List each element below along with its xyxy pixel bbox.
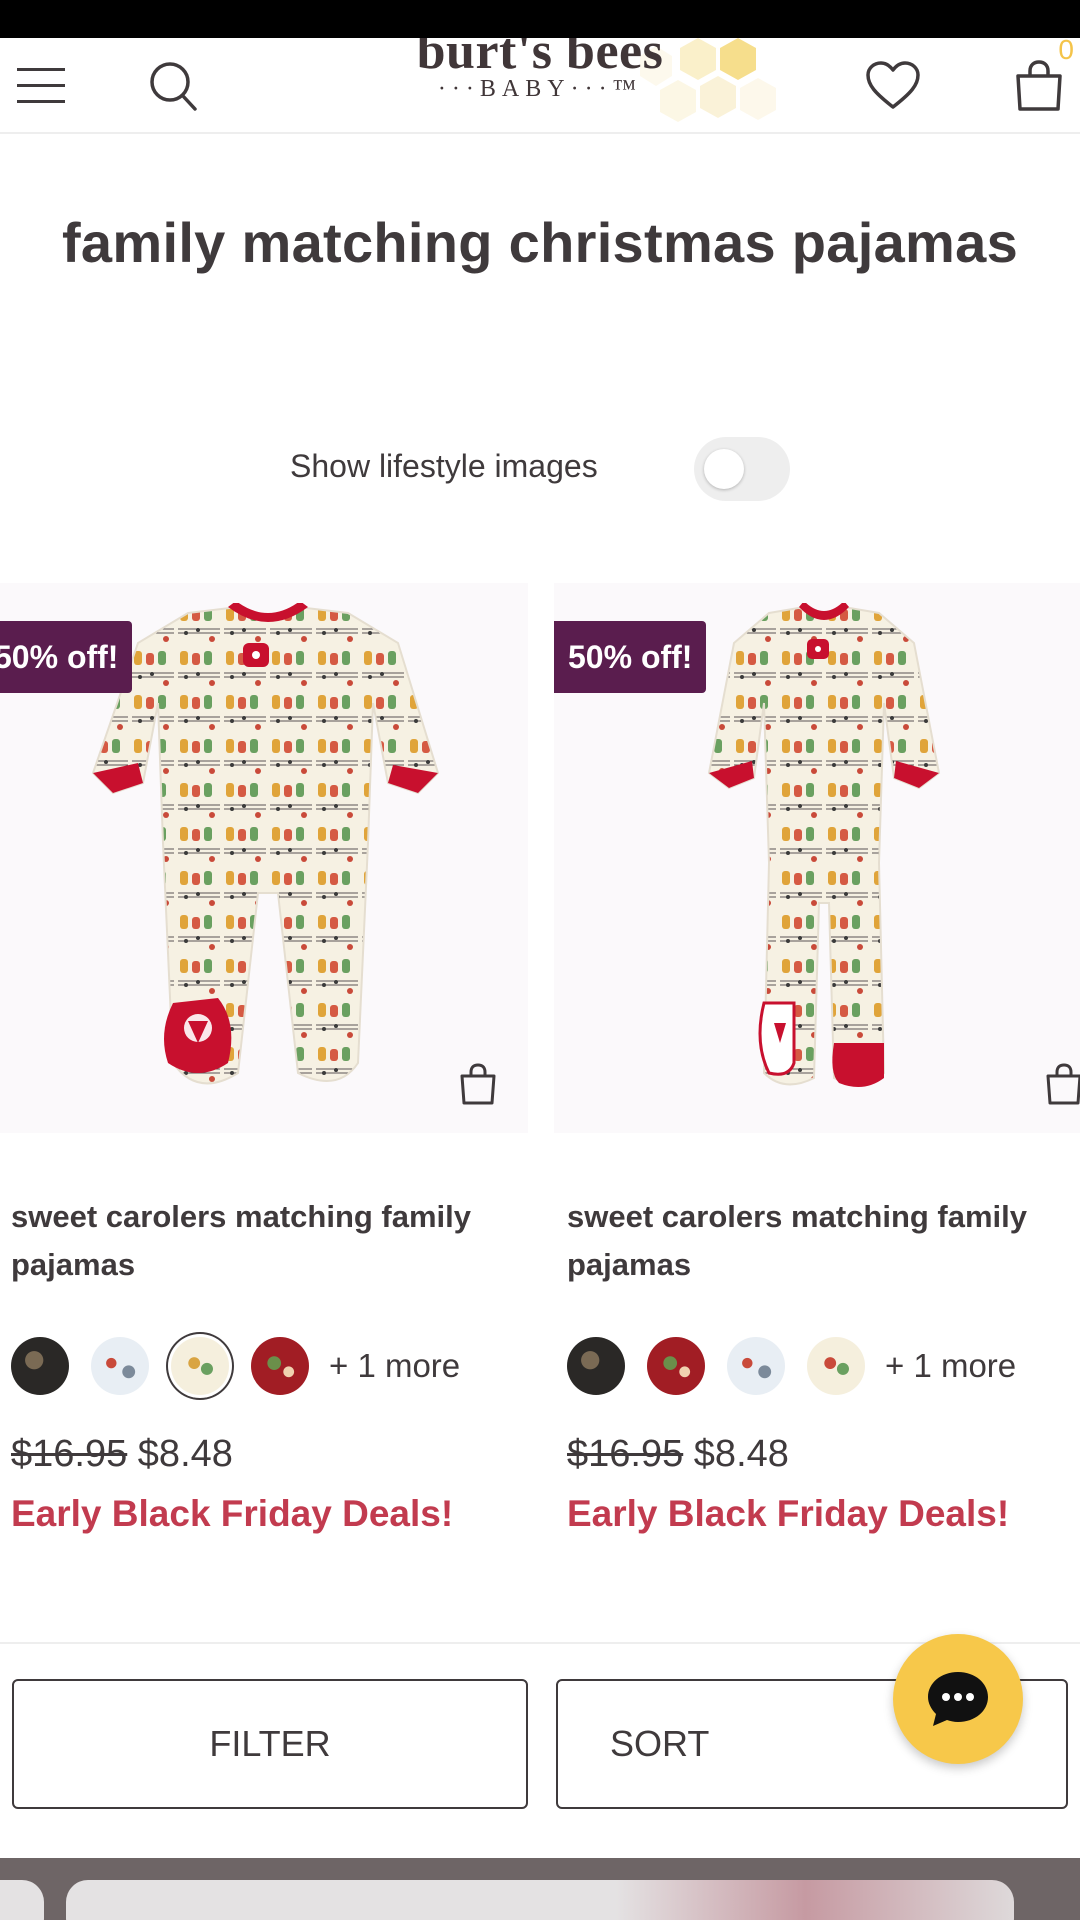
promo-text: Early Black Friday Deals! <box>567 1493 1010 1534</box>
swatch-cream-print[interactable] <box>171 1337 229 1395</box>
more-colors-link[interactable]: + 1 more <box>329 1347 460 1385</box>
product-card[interactable]: 50% off! sweet carolers matching family … <box>554 583 1080 1643</box>
logo-subtitle: ···BABY···™ <box>437 76 643 102</box>
shopping-bag-icon <box>1046 1063 1080 1105</box>
page-title: family matching christmas pajamas <box>61 211 1019 274</box>
product-name[interactable]: sweet carolers matching family pajamas <box>11 1193 511 1289</box>
search-button[interactable] <box>138 38 208 132</box>
menu-button[interactable] <box>6 38 76 132</box>
browser-address-pill[interactable] <box>66 1880 1014 1920</box>
heart-icon <box>866 61 920 109</box>
discount-badge: 50% off! <box>0 621 133 693</box>
sale-price: $8.48 <box>137 1433 233 1475</box>
chat-bubble-icon <box>928 1672 988 1726</box>
swatch-red-print[interactable] <box>647 1337 705 1395</box>
color-swatches: + 1 more <box>567 1336 1016 1396</box>
price: $16.95 $8.48 <box>11 1433 233 1476</box>
lifestyle-images-toggle[interactable] <box>694 437 790 501</box>
price: $16.95 $8.48 <box>567 1433 789 1476</box>
product-name[interactable]: sweet carolers matching family pajamas <box>567 1193 1067 1289</box>
product-image[interactable]: 50% off! <box>554 583 1080 1133</box>
hamburger-menu-icon <box>17 68 65 103</box>
sale-price: $8.48 <box>693 1433 789 1475</box>
sort-button-label: SORT <box>610 1723 710 1764</box>
swatch-dark-print[interactable] <box>567 1337 625 1395</box>
logo-wordmark: burt's bees <box>416 38 664 80</box>
brand-logo[interactable]: burt's bees ···BABY···™ <box>340 38 740 132</box>
toggle-knob <box>704 449 744 489</box>
lifestyle-images-toggle-row: Show lifestyle images <box>0 436 1080 502</box>
browser-bottom-bar <box>0 1858 1080 1920</box>
discount-badge: 50% off! <box>554 621 707 693</box>
product-card[interactable]: 50% off! sweet carolers matching family … <box>0 583 528 1643</box>
cart-button[interactable]: 0 <box>1004 38 1074 132</box>
status-bar <box>0 0 1080 38</box>
cart-count-badge: 0 <box>1058 38 1074 65</box>
shopping-bag-icon <box>460 1063 496 1105</box>
original-price: $16.95 <box>11 1433 128 1475</box>
search-icon <box>150 62 197 111</box>
divider <box>0 1642 1080 1644</box>
more-colors-link[interactable]: + 1 more <box>885 1347 1016 1385</box>
color-swatches: + 1 more <box>11 1336 460 1396</box>
promo-text: Early Black Friday Deals! <box>11 1493 454 1534</box>
shopping-bag-icon <box>1016 60 1062 111</box>
quick-add-button[interactable] <box>1044 1063 1080 1105</box>
swatch-light-blue-print[interactable] <box>727 1337 785 1395</box>
filter-button-label: FILTER <box>209 1723 331 1764</box>
swatch-red-print[interactable] <box>251 1337 309 1395</box>
chat-button[interactable] <box>893 1634 1023 1764</box>
swatch-cream-print[interactable] <box>807 1337 865 1395</box>
wishlist-button[interactable] <box>860 38 926 132</box>
original-price: $16.95 <box>567 1433 684 1475</box>
filter-button[interactable]: FILTER <box>12 1679 528 1809</box>
swatch-dark-print[interactable] <box>11 1337 69 1395</box>
site-header: burt's bees ···BABY···™ 0 <box>0 38 1080 134</box>
toggle-label: Show lifestyle images <box>290 448 598 484</box>
product-image[interactable]: 50% off! <box>0 583 528 1133</box>
quick-add-button[interactable] <box>458 1063 498 1105</box>
swatch-light-blue-print[interactable] <box>91 1337 149 1395</box>
browser-tab-pill[interactable] <box>0 1880 44 1920</box>
